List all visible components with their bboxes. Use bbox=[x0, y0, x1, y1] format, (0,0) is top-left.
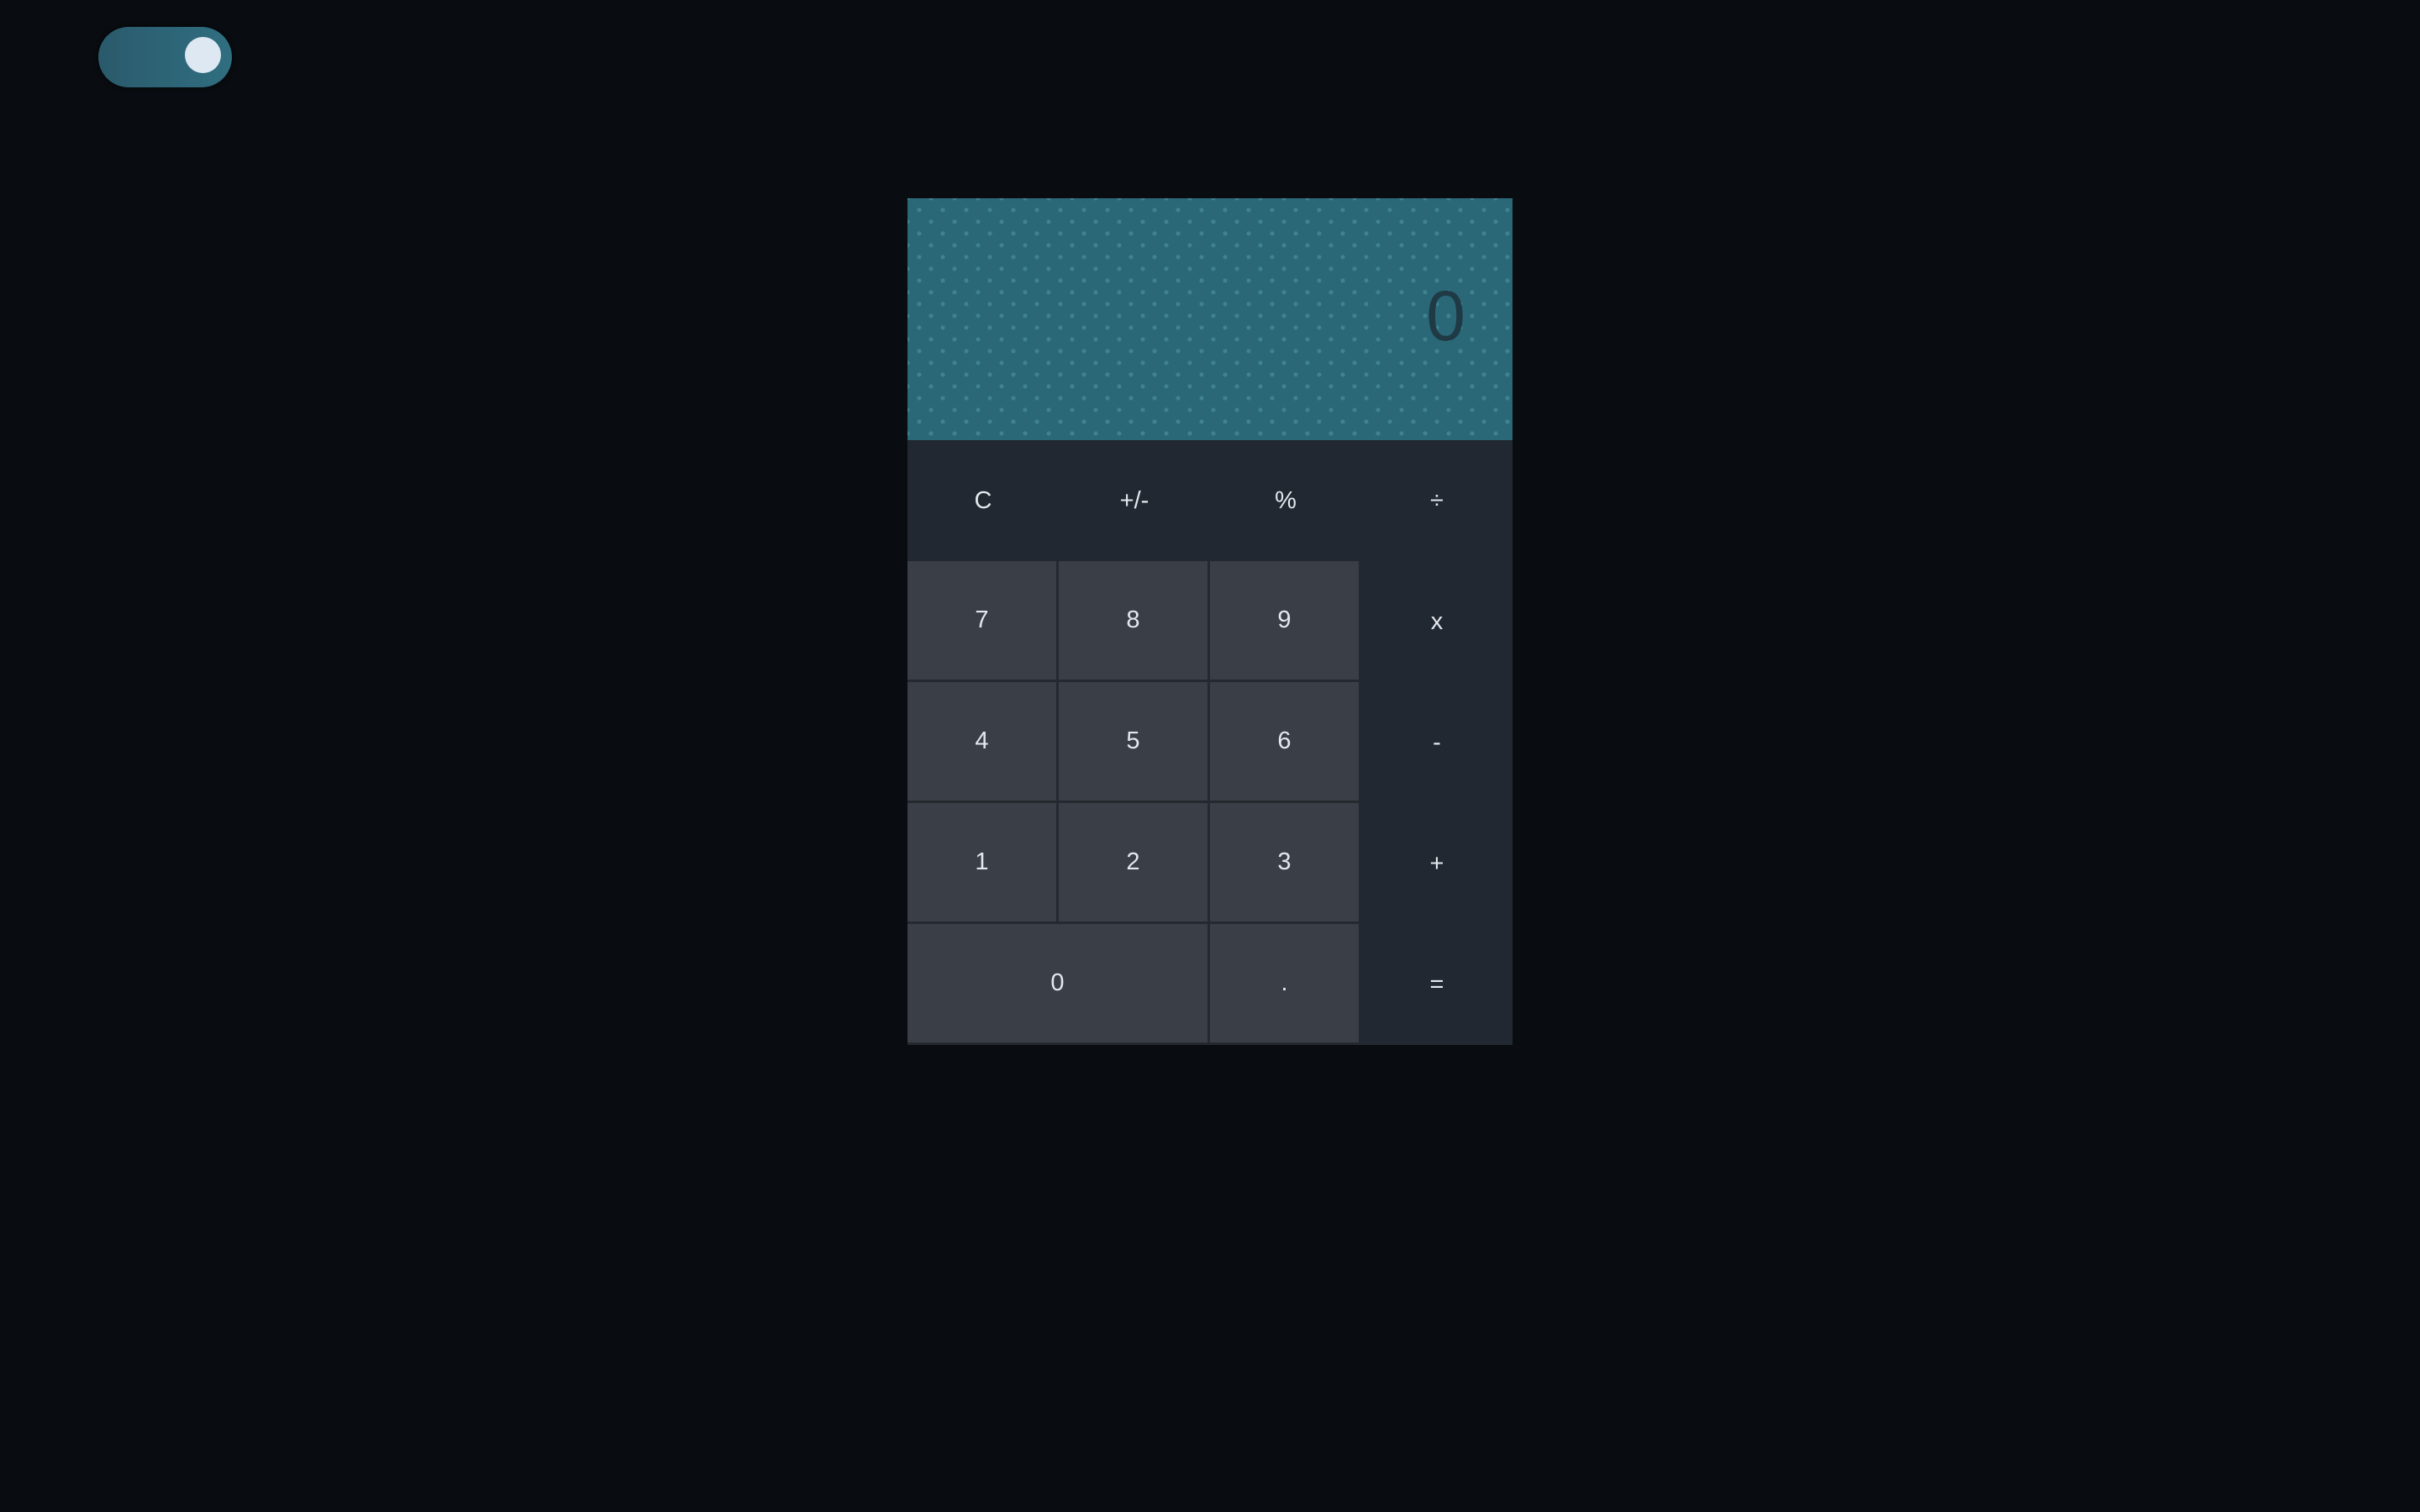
divide-button[interactable]: ÷ bbox=[1361, 440, 1512, 561]
sign-toggle-button[interactable]: +/- bbox=[1059, 440, 1210, 561]
theme-toggle[interactable] bbox=[98, 27, 232, 87]
decimal-button[interactable]: . bbox=[1210, 924, 1361, 1045]
keypad: C +/- % ÷ 7 8 9 x 4 5 6 - 1 2 3 + 0 . = bbox=[908, 440, 1512, 1045]
multiply-button[interactable]: x bbox=[1361, 561, 1512, 682]
page: 0 C +/- % ÷ 7 8 9 x 4 5 6 - 1 2 3 + 0 . bbox=[0, 0, 2420, 1512]
digit-9-button[interactable]: 9 bbox=[1210, 561, 1361, 682]
subtract-button[interactable]: - bbox=[1361, 682, 1512, 803]
clear-button[interactable]: C bbox=[908, 440, 1059, 561]
digit-1-button[interactable]: 1 bbox=[908, 803, 1059, 924]
calculator-display: 0 bbox=[908, 198, 1512, 440]
display-value: 0 bbox=[1426, 276, 1465, 355]
digit-3-button[interactable]: 3 bbox=[1210, 803, 1361, 924]
digit-7-button[interactable]: 7 bbox=[908, 561, 1059, 682]
digit-0-button[interactable]: 0 bbox=[908, 924, 1210, 1045]
calculator: 0 C +/- % ÷ 7 8 9 x 4 5 6 - 1 2 3 + 0 . bbox=[908, 198, 1512, 1045]
digit-4-button[interactable]: 4 bbox=[908, 682, 1059, 803]
digit-8-button[interactable]: 8 bbox=[1059, 561, 1210, 682]
digit-2-button[interactable]: 2 bbox=[1059, 803, 1210, 924]
digit-5-button[interactable]: 5 bbox=[1059, 682, 1210, 803]
toggle-knob[interactable] bbox=[185, 37, 221, 73]
equals-button[interactable]: = bbox=[1361, 924, 1512, 1045]
digit-6-button[interactable]: 6 bbox=[1210, 682, 1361, 803]
add-button[interactable]: + bbox=[1361, 803, 1512, 924]
percent-button[interactable]: % bbox=[1210, 440, 1361, 561]
